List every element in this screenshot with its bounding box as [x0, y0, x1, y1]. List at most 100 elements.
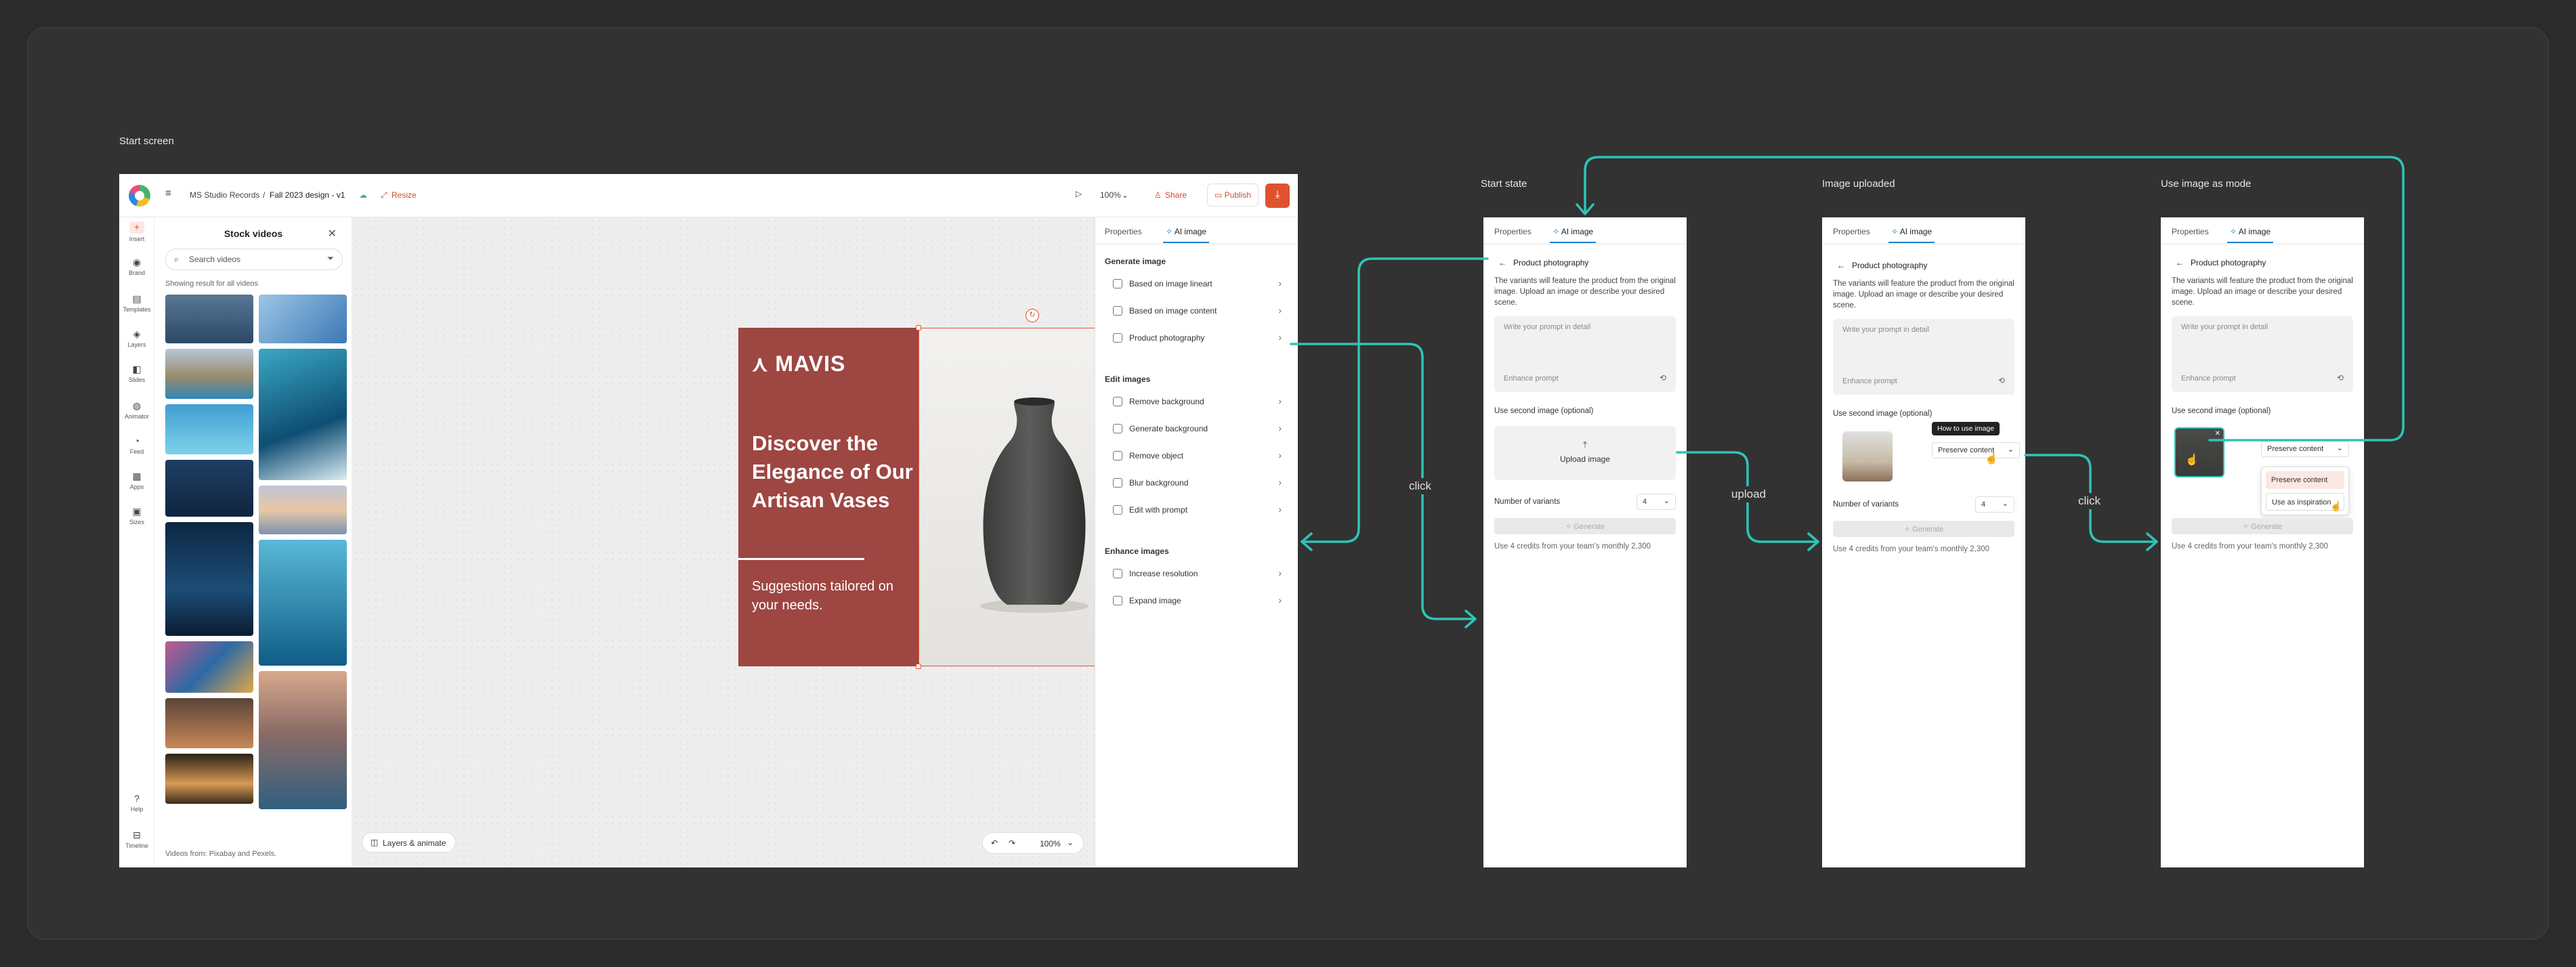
menu-row-based-on-image-lineart[interactable]: Based on image lineart › — [1105, 273, 1288, 295]
rail-item-brand[interactable]: ◉ Brand — [119, 257, 154, 276]
video-thumb[interactable] — [165, 295, 253, 343]
brand-logo[interactable]: ⋏ MAVIS — [752, 351, 845, 377]
tab-ai-image[interactable]: ✧ AI image — [1549, 227, 1597, 243]
menu-row-generate-background[interactable]: Generate background › — [1105, 418, 1288, 439]
mode-dropdown[interactable]: Preserve content ⌄ — [1932, 442, 2020, 458]
generate-button[interactable]: ✧ Generate — [1833, 521, 2014, 537]
app-logo[interactable] — [129, 185, 150, 207]
rail-item-layers[interactable]: ◈ Layers — [119, 328, 154, 348]
headline-text[interactable]: Discover the Elegance of Our Artisan Vas… — [752, 429, 914, 515]
close-icon[interactable]: ✕ — [2215, 430, 2220, 437]
menu-row-expand-image[interactable]: Expand image › — [1105, 590, 1288, 611]
rail-item-help[interactable]: ? Help — [119, 793, 154, 813]
feed-icon: ◔ — [133, 435, 140, 446]
enhance-prompt-button[interactable]: Enhance prompt — [1842, 377, 1897, 385]
video-thumb[interactable] — [165, 641, 253, 693]
uploaded-image-thumb[interactable]: ✕ ☝ — [2174, 427, 2224, 477]
resize-icon[interactable]: ⤢ — [381, 190, 387, 200]
prompt-input[interactable]: Write your prompt in detail Enhance prom… — [1494, 316, 1676, 392]
video-thumb[interactable] — [165, 404, 253, 454]
text-panel[interactable]: ⋏ MAVIS Discover the Elegance of Our Art… — [738, 328, 919, 666]
menu-row-based-on-image-content[interactable]: Based on image content › — [1105, 300, 1288, 322]
video-thumb[interactable] — [259, 540, 347, 666]
tab-ai-image[interactable]: ✧ AI image — [2226, 227, 2274, 243]
undo-icon[interactable]: ↶ — [991, 838, 998, 848]
video-thumb[interactable] — [165, 522, 253, 636]
back-button[interactable]: ← Product photography — [1498, 258, 1588, 267]
play-icon[interactable]: ▷ — [1076, 189, 1082, 198]
download-button[interactable]: ⤓ — [1265, 184, 1290, 208]
history-icon[interactable]: ⟲ — [2337, 373, 2344, 383]
rail-item-templates[interactable]: ▤ Templates — [119, 293, 154, 313]
mode-dropdown[interactable]: Preserve content ⌄ — [2261, 441, 2349, 457]
breadcrumb-parent[interactable]: MS Studio Records — [190, 190, 259, 200]
canvas-area[interactable]: ⋏ MAVIS Discover the Elegance of Our Art… — [352, 217, 1149, 867]
menu-row-blur-background[interactable]: Blur background › — [1105, 472, 1288, 494]
rail-item-slides[interactable]: ◧ Slides — [119, 364, 154, 383]
rotate-handle-icon[interactable]: ↻ — [1026, 309, 1039, 322]
video-thumb[interactable] — [165, 754, 253, 804]
tab-ai-image[interactable]: ✧ AI image — [1888, 227, 1935, 243]
enhance-prompt-button[interactable]: Enhance prompt — [2181, 374, 2236, 383]
video-thumb[interactable] — [165, 460, 253, 517]
breadcrumb-file[interactable]: Fall 2023 design - v1 — [270, 190, 345, 200]
enhance-prompt-button[interactable]: Enhance prompt — [1504, 374, 1559, 383]
chevron-right-icon: › — [1278, 423, 1282, 433]
prompt-input[interactable]: Write your prompt in detail Enhance prom… — [1833, 319, 2014, 395]
rail-item-insert[interactable]: + Insert — [119, 221, 154, 242]
history-icon[interactable]: ⟲ — [1998, 376, 2005, 385]
resize-button[interactable]: Resize — [392, 190, 417, 200]
rail-item-feed[interactable]: ◔ Feed — [119, 435, 154, 455]
layers-animate-button[interactable]: ◫ Layers & animate — [362, 832, 457, 853]
video-thumb[interactable] — [165, 349, 253, 399]
share-button[interactable]: Share — [1165, 190, 1187, 200]
chevron-right-icon: › — [1278, 477, 1282, 488]
prompt-input[interactable]: Write your prompt in detail Enhance prom… — [2172, 316, 2353, 392]
menu-row-remove-object[interactable]: Remove object › — [1105, 445, 1288, 467]
chevron-down-icon[interactable]: ⌄ — [1122, 190, 1128, 200]
uploaded-image-thumb[interactable] — [1842, 431, 1893, 481]
variants-select[interactable]: 4 ⌄ — [1637, 494, 1676, 510]
video-thumb[interactable] — [259, 295, 347, 343]
tab-properties[interactable]: Properties — [1833, 227, 1870, 236]
menu-row-increase-resolution[interactable]: Increase resolution › — [1105, 563, 1288, 584]
publish-button[interactable]: ▭ Publish — [1207, 184, 1259, 207]
menu-item-preserve-content[interactable]: Preserve content — [2266, 471, 2344, 489]
generate-button[interactable]: ✧ Generate — [2172, 518, 2353, 534]
zoom-value[interactable]: 100% — [1040, 839, 1061, 848]
menu-row-edit-with-prompt[interactable]: Edit with prompt › — [1105, 499, 1288, 521]
variants-select[interactable]: 4 ⌄ — [1975, 496, 2014, 513]
menu-row-product-photography[interactable]: Product photography › — [1105, 327, 1288, 349]
tab-properties[interactable]: Properties — [2172, 227, 2209, 236]
video-thumb[interactable] — [259, 349, 347, 480]
back-button[interactable]: ← Product photography — [1837, 261, 1927, 270]
video-thumb[interactable] — [259, 486, 347, 534]
filter-icon[interactable]: ⏷ — [327, 253, 334, 264]
generate-button[interactable]: ✧ Generate — [1494, 518, 1676, 534]
search-input[interactable]: ⌕ Search videos ⏷ — [165, 249, 343, 270]
video-thumb[interactable] — [165, 698, 253, 748]
zoom-select[interactable]: 100% — [1100, 190, 1121, 200]
rail-item-animator[interactable]: ◍ Animator — [119, 400, 154, 420]
sparkle-icon: ✧ — [2242, 523, 2252, 531]
upload-image-button[interactable]: ⤒ Upload image — [1494, 426, 1676, 480]
menu-row-remove-background[interactable]: Remove background › — [1105, 391, 1288, 412]
resize-handle[interactable] — [916, 664, 921, 669]
back-button[interactable]: ← Product photography — [2176, 258, 2266, 267]
chevron-down-icon[interactable]: ⌄ — [1067, 838, 1074, 847]
menu-row-label: Based on image lineart — [1129, 279, 1212, 288]
close-icon[interactable]: ✕ — [328, 227, 337, 240]
redo-icon[interactable]: ↷ — [1009, 838, 1015, 848]
tab-properties[interactable]: Properties — [1105, 227, 1142, 236]
tab-ai-image[interactable]: ✧ AI image — [1162, 227, 1210, 243]
rail-item-apps[interactable]: ▦ Apps — [119, 471, 154, 490]
resize-handle[interactable] — [916, 325, 921, 330]
video-thumb[interactable] — [259, 671, 347, 809]
menu-icon[interactable]: ≡ — [165, 188, 171, 199]
rail-item-sizes[interactable]: ▣ Sizes — [119, 506, 154, 525]
subheadline-text[interactable]: Suggestions tailored on your needs. — [752, 577, 908, 615]
tab-properties[interactable]: Properties — [1494, 227, 1532, 236]
rail-item-timeline[interactable]: ⊟ Timeline — [119, 830, 154, 849]
design-artboard[interactable]: ⋏ MAVIS Discover the Elegance of Our Art… — [738, 309, 1149, 669]
history-icon[interactable]: ⟲ — [1660, 373, 1666, 383]
